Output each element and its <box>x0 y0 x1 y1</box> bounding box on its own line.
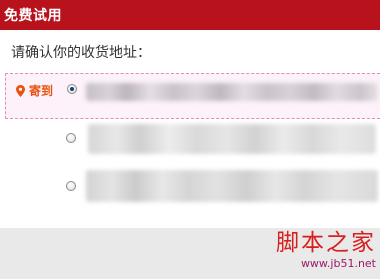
blurred-address-2 <box>88 124 376 154</box>
address-option-selected[interactable]: 寄到 <box>5 73 380 119</box>
header-bar: 免费试用 <box>0 0 380 30</box>
watermark-title: 脚本之家 <box>276 230 376 256</box>
address-radio-3[interactable] <box>66 181 76 191</box>
blurred-address-3 <box>86 170 378 202</box>
address-prompt: 请确认你的收货地址： <box>11 45 151 61</box>
address-radio-1[interactable] <box>67 84 77 94</box>
blurred-address-1 <box>86 83 378 101</box>
header-title: 免费试用 <box>4 8 62 24</box>
location-pin-icon <box>16 84 25 97</box>
ship-to-tag: 寄到 <box>16 82 53 99</box>
ship-to-label: 寄到 <box>29 84 54 98</box>
address-radio-2[interactable] <box>66 133 76 143</box>
watermark-url: www.jb51.net <box>300 257 376 270</box>
site-watermark: 脚本之家 www.jb51.net <box>276 229 376 271</box>
